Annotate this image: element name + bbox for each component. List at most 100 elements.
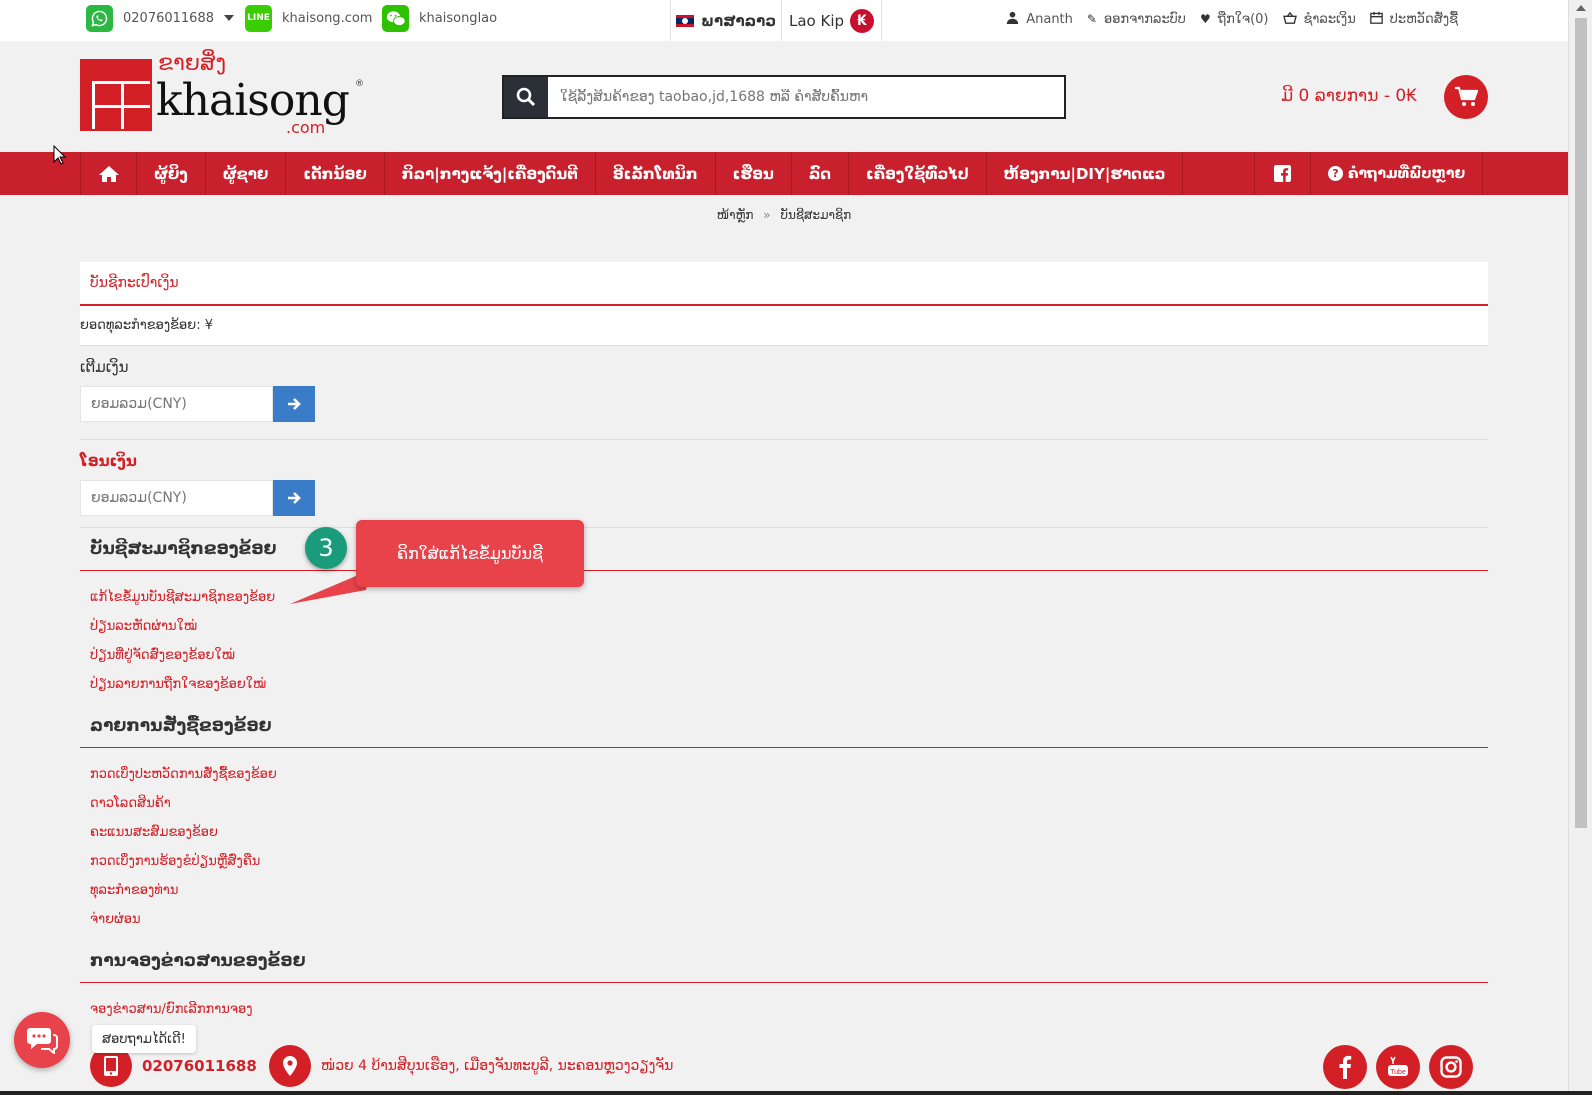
social-facebook[interactable] — [1323, 1045, 1367, 1089]
currency-selector[interactable]: Lao Kip ₭ — [782, 0, 882, 41]
search-bar — [502, 75, 1066, 119]
laos-flag-icon — [675, 14, 694, 27]
change-wishlist-link[interactable]: ປ່ຽນລາຍການຖືກໃຈຂອງຂ້ອຍໃໝ່ — [90, 670, 1488, 699]
cart-button[interactable] — [1444, 75, 1488, 119]
cart-summary[interactable]: ມີ 0 ລາຍການ - 0₭ — [1281, 86, 1417, 106]
basket-icon — [1282, 11, 1297, 27]
search-icon — [516, 87, 536, 107]
user-name: Ananth — [1026, 11, 1073, 27]
nav-item-home[interactable]: ເຮືອນ — [714, 152, 791, 195]
nav-faq[interactable]: ? ຄໍາຖາມທີ່ພົບຫຼາຍ — [1310, 152, 1484, 195]
downloads-link[interactable]: ດາວໂລດສິນຄ້າ — [90, 789, 1488, 818]
chat-button[interactable] — [14, 1012, 70, 1068]
facebook-icon — [1274, 165, 1291, 182]
chat-label[interactable]: ສອບຖາມໄດ້ເດີ! — [92, 1025, 196, 1053]
wechat-id: khaisonglao — [419, 10, 498, 26]
newsletter-section-title: ການຈອງຂ່າວສານຂອງຂ້ອຍ — [80, 940, 1488, 983]
social-instagram[interactable] — [1429, 1045, 1473, 1089]
account-section-title: ບັນຊີສະມາຊິກຂອງຂ້ອຍ — [80, 528, 1488, 571]
breadcrumb-home[interactable]: ໜ້າຫຼັກ — [717, 208, 754, 222]
tutorial-callout: ຄິກໃສ່ແກ້ໄຂຂໍ້ມູນບັນຊີ — [356, 520, 584, 587]
page-scrollbar[interactable] — [1568, 0, 1592, 1095]
facebook-icon — [1323, 1045, 1367, 1089]
wishlist-label: ຖືກໃຈ(0) — [1217, 11, 1269, 27]
topup-amount-input[interactable] — [80, 386, 273, 422]
kip-icon: ₭ — [850, 8, 875, 33]
nav-item-women[interactable]: ຜູ້ຍິງ — [136, 152, 205, 195]
logout-link[interactable]: ✎ ອອກຈາກລະບົບ — [1087, 12, 1186, 27]
home-icon — [98, 165, 119, 182]
logo-com: .com — [286, 118, 326, 137]
language-selector[interactable]: ພາສາລາວ — [670, 0, 782, 41]
mouse-cursor-icon — [53, 145, 67, 165]
top-bar: 02076011688 LINE khaisong.com khaisongla… — [0, 0, 1568, 41]
nav-item-sports[interactable]: ກິລາ|ກາງແຈ້ງ|ເຄື່ອງດົນຕີ — [383, 152, 595, 195]
order-history-label: ປະຫວັດສັ່ງຊື້ — [1389, 11, 1458, 27]
transfer-block: ໂອນເງິນ — [80, 440, 1488, 528]
breadcrumb: ໜ້າຫຼັກ » ບັນຊີສະມາຊິກ — [0, 208, 1568, 222]
search-input[interactable] — [548, 77, 1064, 117]
newsletter-link[interactable]: ຈອງຂ່າວສານ/ຍົກເລີກການຈອງ — [90, 995, 1488, 1024]
account-content: ບັນຊີກະເປົາເງິນ ຍອດທຸລະກໍາຂອງຂ້ອຍ: ¥ ເຕີ… — [80, 262, 1488, 1030]
user-icon — [1006, 11, 1019, 27]
line-contact[interactable]: LINE khaisong.com — [245, 0, 372, 36]
calendar-icon — [1369, 11, 1383, 27]
checkout-label: ຊໍາລະເງິນ — [1303, 11, 1356, 27]
account-link[interactable]: Ananth — [1006, 11, 1073, 27]
wallet-title: ບັນຊີກະເປົາເງິນ — [80, 262, 1488, 306]
arrow-right-icon — [288, 398, 301, 410]
wishlist-link[interactable]: ♥ ຖືກໃຈ(0) — [1200, 12, 1269, 27]
change-password-link[interactable]: ປ່ຽນລະຫັດຜ່ານໃໝ່ — [90, 612, 1488, 641]
cart-icon — [1455, 86, 1478, 106]
breadcrumb-separator: » — [763, 208, 771, 222]
search-button[interactable] — [504, 77, 548, 117]
logo-registered: ® — [355, 79, 364, 89]
phone-contact[interactable]: 02076011688 — [86, 0, 234, 36]
orders-section-title: ລາຍການສັ່ງຊື້ຂອງຂ້ອຍ — [80, 705, 1488, 748]
wallet-balance: ຍອດທຸລະກໍາຂອງຂ້ອຍ: ¥ — [80, 306, 1488, 346]
footer-phone[interactable]: 02076011688 — [142, 1057, 257, 1075]
order-history-link[interactable]: ກວດເບິ່ງປະຫວັດການສັ່ງຊື້ຂອງຂ້ອຍ — [90, 760, 1488, 789]
faq-label: ຄໍາຖາມທີ່ພົບຫຼາຍ — [1348, 165, 1466, 182]
wechat-icon — [382, 4, 409, 32]
breadcrumb-current: ບັນຊີສະມາຊິກ — [780, 208, 852, 222]
user-links: Ananth ✎ ອອກຈາກລະບົບ ♥ ຖືກໃຈ(0) ຊໍາລະເງິ… — [992, 0, 1458, 38]
pencil-icon: ✎ — [1086, 12, 1097, 26]
scroll-up-icon[interactable] — [1576, 5, 1586, 11]
line-icon: LINE — [245, 4, 272, 32]
topup-submit-button[interactable] — [273, 386, 315, 422]
reward-points-link[interactable]: ຄະແນນສະສົມຂອງຂ້ອຍ — [90, 818, 1488, 847]
wechat-contact[interactable]: khaisonglao — [382, 0, 497, 36]
whatsapp-icon — [86, 4, 113, 32]
topup-title: ເຕີມເງິນ — [80, 358, 129, 376]
transactions-link[interactable]: ທຸລະກໍາຂອງທ່ານ — [90, 876, 1488, 905]
nav-item-men[interactable]: ຜູ້ຊາຍ — [204, 152, 286, 195]
installments-link[interactable]: ຈ່າຍຜ່ອນ — [90, 905, 1488, 934]
change-address-link[interactable]: ປ່ຽນທີ່ຢູ່ຈັດສົ່ງຂອງຂ້ອຍໃໝ່ — [90, 641, 1488, 670]
youtube-icon: Tube — [1376, 1045, 1420, 1089]
transfer-amount-input[interactable] — [80, 480, 273, 516]
social-youtube[interactable]: Tube — [1376, 1045, 1420, 1089]
svg-text:Tube: Tube — [1390, 1069, 1406, 1076]
nav-item-kids[interactable]: ເດັກນ້ອຍ — [285, 152, 383, 195]
footer-address: ໜ່ວຍ 4 ບ້ານສີບຸນເຮືອງ, ເມືອງຈັນທະບູລີ, ນ… — [320, 1058, 674, 1074]
bottom-edge — [0, 1091, 1592, 1095]
nav-item-car[interactable]: ລົດ — [790, 152, 848, 195]
chat-icon — [27, 1028, 58, 1054]
chevron-down-icon[interactable] — [223, 15, 234, 21]
site-logo[interactable]: ຂາຍສິ່ງ khaisong .com ® — [80, 51, 370, 137]
returns-link[interactable]: ກວດເບິ່ງການຮ້ອງຂໍປ່ຽນຫຼືສົ່ງຄືນ — [90, 847, 1488, 876]
location-pin-icon — [268, 1045, 311, 1087]
checkout-link[interactable]: ຊໍາລະເງິນ — [1282, 11, 1356, 27]
nav-item-general[interactable]: ເຄື່ອງໃຊ້ທົ່ວໄປ — [848, 152, 986, 195]
nav-item-office[interactable]: ຫ້ອງການ|DIY|ຮາດແວ — [985, 152, 1184, 195]
nav-home[interactable] — [80, 152, 136, 195]
language-label: ພາສາລາວ — [700, 11, 777, 30]
transfer-submit-button[interactable] — [273, 480, 315, 516]
logo-mark — [80, 59, 152, 131]
step-badge: 3 — [305, 527, 347, 569]
scroll-thumb[interactable] — [1575, 18, 1587, 828]
nav-facebook[interactable] — [1254, 152, 1310, 195]
order-history-link[interactable]: ປະຫວັດສັ່ງຊື້ — [1369, 11, 1458, 27]
nav-item-electronics[interactable]: ອີເລັກໂທນິກ — [594, 152, 715, 195]
